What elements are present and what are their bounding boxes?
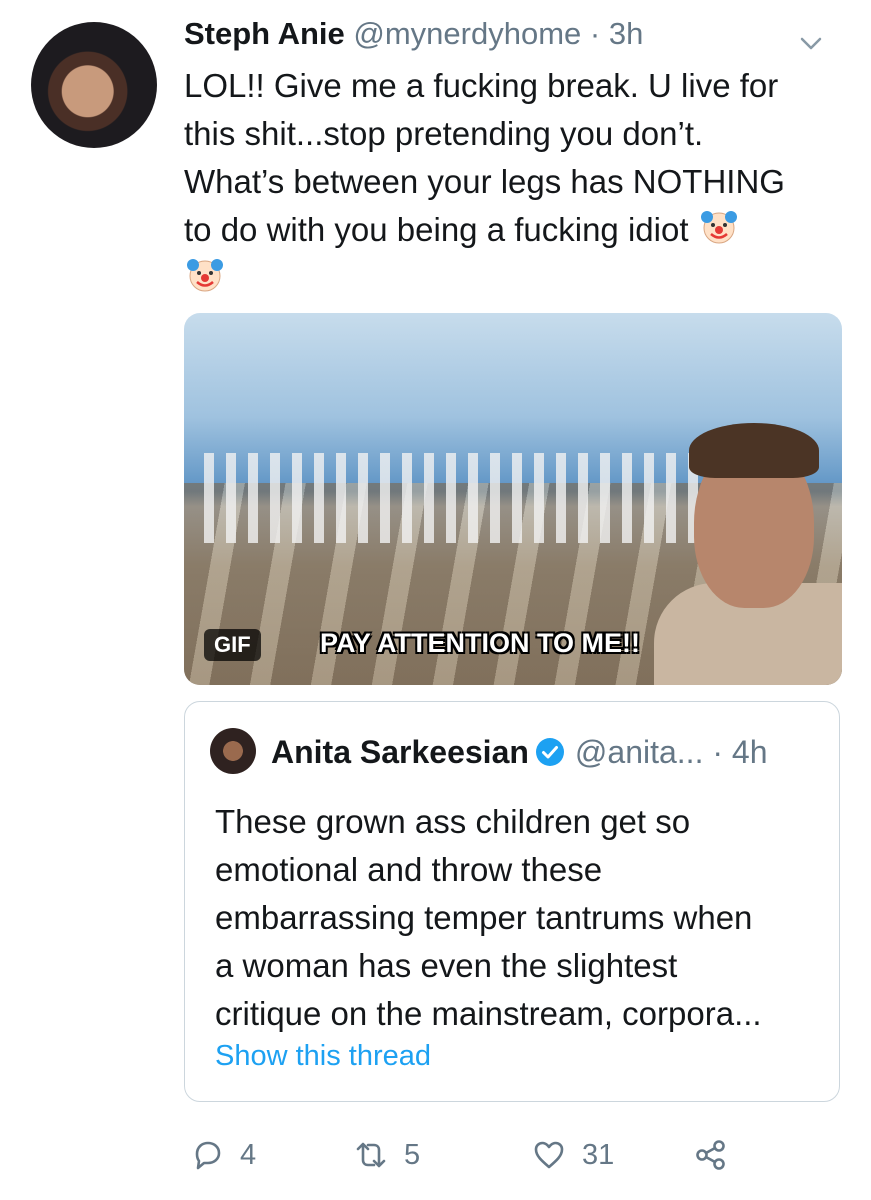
quoted-author-handle[interactable]: @anita...	[575, 734, 704, 770]
tweet-text: LOL!! Give me a fucking break. U live fo…	[184, 62, 844, 302]
heart-icon	[534, 1141, 564, 1169]
tweet-text-line	[184, 254, 844, 302]
person-hair	[689, 423, 819, 478]
like-button[interactable]: 31	[532, 1130, 614, 1180]
tweet-text-line: to do with you being a fucking idiot	[184, 206, 844, 254]
retweet-button[interactable]: 5	[354, 1130, 420, 1180]
quoted-header-separator: ·	[712, 734, 723, 770]
retweet-icon	[356, 1142, 386, 1168]
author-handle[interactable]: @mynerdyhome	[353, 16, 581, 51]
chevron-down-icon[interactable]	[799, 34, 823, 52]
clown-face-icon	[187, 259, 223, 292]
author-avatar[interactable]	[31, 22, 157, 148]
quoted-time[interactable]: 4h	[732, 734, 768, 770]
tweet-time[interactable]: 3h	[609, 16, 643, 51]
author-name[interactable]: Steph Anie	[184, 16, 345, 51]
tweet-header: Steph Anie @mynerdyhome · 3h	[184, 16, 831, 60]
quoted-text: These grown ass children get so emotiona…	[215, 798, 830, 1038]
retweet-count: 5	[404, 1138, 421, 1171]
quoted-text-line: a woman has even the slightest	[215, 947, 678, 984]
quoted-author-name[interactable]: Anita Sarkeesian	[271, 734, 529, 770]
quoted-text-line: critique on the mainstream, corpora...	[215, 995, 762, 1032]
reply-count: 4	[240, 1138, 257, 1171]
gif-caption: PAY ATTENTION TO ME!!	[320, 628, 641, 658]
tweet-text-line: this shit...stop pretending you don’t.	[184, 115, 704, 152]
reply-button[interactable]: 4	[190, 1130, 256, 1180]
clown-face-icon	[700, 211, 737, 244]
share-icon	[696, 1140, 725, 1170]
quoted-author-avatar[interactable]	[210, 728, 256, 774]
bowling-pins	[204, 453, 704, 543]
header-separator: ·	[589, 16, 601, 51]
tweet-actions: 4 5 31	[184, 1130, 844, 1180]
quoted-text-line: These grown ass children get so	[215, 803, 691, 840]
quoted-text-line: emotional and throw these	[215, 851, 603, 888]
tweet-text-line: LOL!! Give me a fucking break. U live fo…	[184, 67, 779, 104]
tweet-text-segment: to do with you being a fucking idiot	[184, 211, 689, 248]
quoted-text-line: embarrassing temper tantrums when	[215, 899, 753, 936]
quoted-tweet[interactable]: Anita Sarkeesian @anita... · 4h These gr…	[184, 701, 840, 1102]
share-button[interactable]	[694, 1130, 744, 1180]
verified-badge-icon	[535, 738, 564, 766]
reply-icon	[195, 1141, 221, 1170]
quoted-header: Anita Sarkeesian @anita... · 4h	[271, 730, 767, 774]
tweet-text-line: What’s between your legs has NOTHING	[184, 163, 785, 200]
show-thread-link[interactable]: Show this thread	[215, 1040, 431, 1073]
like-count: 31	[582, 1138, 615, 1171]
gif-badge: GIF	[204, 629, 261, 661]
gif-media[interactable]: GIF PAY ATTENTION TO ME!!	[184, 313, 842, 685]
